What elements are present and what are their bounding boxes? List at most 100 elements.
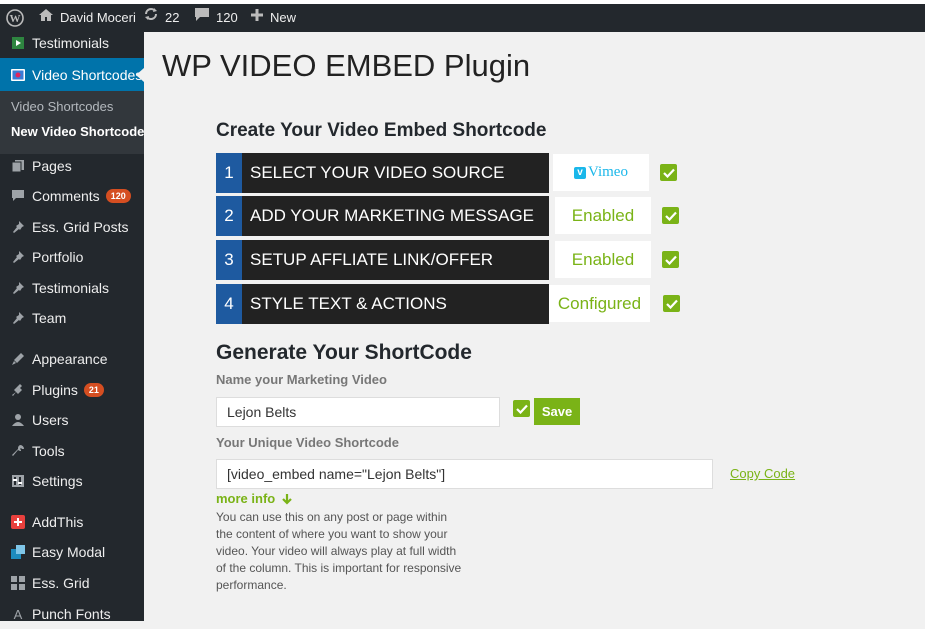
sidebar-item-punch-fonts[interactable]: A Punch Fonts	[0, 599, 144, 629]
checkmark-icon	[662, 168, 675, 178]
shortcode-field-label: Your Unique Video Shortcode	[216, 435, 399, 450]
step-row-marketing-message[interactable]: 2 ADD YOUR MARKETING MESSAGE Enabled	[216, 196, 696, 236]
step-complete-checkbox[interactable]	[662, 251, 679, 268]
plugins-icon	[8, 383, 28, 397]
testimonials-icon	[8, 36, 28, 50]
new-content-link[interactable]: New	[250, 4, 296, 32]
generate-shortcode-heading: Generate Your ShortCode	[216, 341, 472, 364]
step-complete-checkbox[interactable]	[663, 295, 680, 312]
save-confirm-checkbox[interactable]	[513, 400, 530, 417]
sidebar-item-video-shortcodes[interactable]: Video Shortcodes	[0, 58, 144, 91]
sidebar-item-testimonials-top[interactable]: Testimonials	[0, 28, 144, 58]
sidebar-item-pages[interactable]: Pages	[0, 151, 144, 181]
vimeo-icon: v	[574, 166, 587, 179]
step-number: 4	[216, 284, 242, 324]
comments-count: 120	[216, 10, 238, 25]
sidebar-item-label: Settings	[32, 473, 83, 489]
step-label: SETUP AFFLIATE LINK/OFFER	[242, 240, 549, 280]
more-info-description: You can use this on any post or page wit…	[216, 510, 462, 592]
step-number: 2	[216, 196, 242, 236]
svg-text:W: W	[10, 13, 21, 25]
sidebar-item-label: Comments	[32, 188, 100, 204]
video-shortcodes-icon	[8, 68, 28, 82]
appearance-icon	[8, 352, 28, 366]
step-label: STYLE TEXT & ACTIONS	[242, 284, 549, 324]
step-label: ADD YOUR MARKETING MESSAGE	[242, 196, 549, 236]
grid-icon	[8, 576, 28, 590]
arrow-down-icon	[282, 493, 293, 505]
pages-icon	[8, 159, 28, 173]
comments-link[interactable]: 120	[194, 4, 238, 32]
video-name-input[interactable]	[216, 397, 500, 427]
sidebar-item-users[interactable]: Users	[0, 405, 144, 435]
comments-count-badge: 120	[105, 189, 131, 203]
sidebar-item-label: Punch Fonts	[32, 606, 111, 622]
step-status: Enabled	[555, 197, 651, 234]
sidebar-item-label: AddThis	[32, 514, 84, 530]
copy-code-link[interactable]: Copy Code	[730, 466, 795, 481]
checkmark-icon	[664, 211, 677, 221]
pin-icon	[8, 220, 28, 234]
pin-icon	[8, 250, 28, 264]
sidebar-item-label: Plugins	[32, 382, 78, 398]
current-menu-arrow-icon	[136, 68, 144, 82]
page-title: WP VIDEO EMBED Plugin	[162, 48, 531, 83]
sidebar-item-settings[interactable]: Settings	[0, 466, 144, 496]
addthis-icon	[8, 515, 28, 529]
sidebar-item-label: Appearance	[32, 351, 108, 367]
updates-link[interactable]: 22	[143, 4, 179, 32]
step-status: Enabled	[555, 241, 651, 278]
users-icon	[8, 413, 28, 427]
easy-modal-icon	[8, 545, 28, 559]
comments-icon	[8, 189, 28, 203]
save-button[interactable]: Save	[534, 398, 580, 425]
sidebar-item-label: Video Shortcodes	[32, 66, 143, 83]
more-info-toggle[interactable]: more info	[216, 491, 293, 506]
tools-icon	[8, 444, 28, 458]
shortcode-output-field[interactable]	[216, 459, 713, 489]
sidebar-item-tools[interactable]: Tools	[0, 436, 144, 466]
sidebar-item-ess-grid[interactable]: Ess. Grid	[0, 568, 144, 598]
video-shortcodes-submenu: Video Shortcodes New Video Shortcode	[0, 91, 144, 154]
more-info-label: more info	[216, 491, 276, 506]
step-number: 1	[216, 153, 242, 193]
sidebar-item-easy-modal[interactable]: Easy Modal	[0, 537, 144, 567]
sidebar-item-label: Easy Modal	[32, 544, 106, 560]
sidebar-item-label: Team	[32, 310, 67, 326]
admin-sidebar: Testimonials Video Shortcodes Video Shor…	[0, 32, 144, 622]
sidebar-item-comments[interactable]: Comments 120	[0, 181, 144, 211]
sidebar-item-label: Ess. Grid Posts	[32, 219, 129, 235]
step-status-vimeo: v Vimeo	[553, 154, 649, 191]
sidebar-item-label: Portfolio	[32, 249, 84, 265]
sidebar-item-label: Tools	[32, 443, 65, 459]
step-number: 3	[216, 240, 242, 280]
fonts-icon: A	[8, 607, 28, 621]
sidebar-item-portfolio[interactable]: Portfolio	[0, 242, 144, 272]
step-row-affiliate-link[interactable]: 3 SETUP AFFLIATE LINK/OFFER Enabled	[216, 240, 696, 280]
submenu-item-new-video-shortcode[interactable]: New Video Shortcode	[11, 124, 144, 139]
checkmark-icon	[515, 404, 528, 414]
checkmark-icon	[665, 299, 678, 309]
create-shortcode-heading: Create Your Video Embed Shortcode	[216, 120, 547, 141]
step-row-style-text[interactable]: 4 STYLE TEXT & ACTIONS Configured	[216, 284, 696, 324]
sidebar-item-ess-grid-posts[interactable]: Ess. Grid Posts	[0, 212, 144, 242]
sidebar-item-team[interactable]: Team	[0, 303, 144, 333]
step-status: Configured	[549, 285, 650, 322]
sidebar-item-appearance[interactable]: Appearance	[0, 344, 144, 374]
sidebar-item-plugins[interactable]: Plugins 21	[0, 375, 144, 405]
updates-count: 22	[165, 10, 180, 25]
updates-icon	[143, 4, 159, 32]
step-complete-checkbox[interactable]	[660, 164, 677, 181]
sidebar-item-testimonials[interactable]: Testimonials	[0, 273, 144, 303]
step-complete-checkbox[interactable]	[662, 207, 679, 224]
submenu-item-video-shortcodes[interactable]: Video Shortcodes	[11, 99, 113, 114]
name-field-label: Name your Marketing Video	[216, 372, 387, 387]
sidebar-item-label: Testimonials	[32, 280, 110, 296]
settings-icon	[8, 474, 28, 488]
new-label: New	[270, 10, 297, 25]
pin-icon	[8, 311, 28, 325]
sidebar-item-addthis[interactable]: AddThis	[0, 507, 144, 537]
step-row-video-source[interactable]: 1 SELECT YOUR VIDEO SOURCE v Vimeo	[216, 153, 696, 193]
comment-bubble-icon	[194, 4, 210, 32]
svg-text:A: A	[14, 607, 23, 621]
